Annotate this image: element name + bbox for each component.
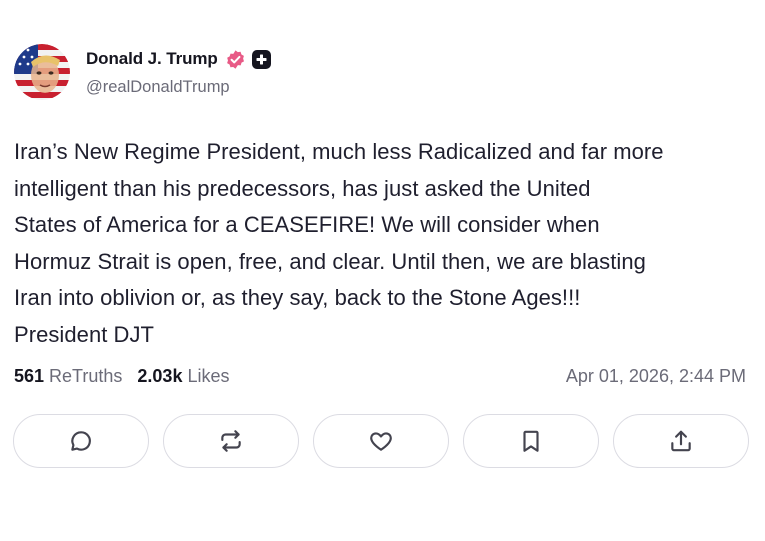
retruth-button[interactable] bbox=[163, 414, 299, 468]
post-card: Donald J. Trump @realDonaldTrump Iran’s … bbox=[0, 0, 765, 541]
bookmark-button[interactable] bbox=[463, 414, 599, 468]
like-button[interactable] bbox=[313, 414, 449, 468]
like-icon bbox=[370, 432, 392, 451]
post-text-line: Hormuz Strait is open, free, and clear. … bbox=[14, 248, 646, 274]
post-text-line: Iran’s New Regime President, much less R… bbox=[14, 139, 664, 164]
post-text-line: President DJT bbox=[14, 321, 155, 347]
reply-icon bbox=[71, 431, 91, 451]
action-bar bbox=[13, 414, 749, 470]
share-button[interactable] bbox=[613, 414, 749, 468]
post-text-line: intelligent than his predecessors, has j… bbox=[14, 175, 591, 201]
likes-count: 2.03k bbox=[137, 366, 183, 386]
author-block: Donald J. Trump @realDonaldTrump bbox=[86, 46, 271, 97]
plus-badge-icon bbox=[251, 49, 271, 69]
display-name[interactable]: Donald J. Trump bbox=[86, 49, 218, 69]
bookmark-icon bbox=[523, 430, 539, 452]
post-text-line: Iran into oblivion or, as they say, back… bbox=[14, 285, 581, 310]
retruths-label: ReTruths bbox=[49, 366, 123, 386]
share-icon bbox=[671, 430, 691, 452]
reply-button[interactable] bbox=[13, 414, 149, 468]
retruths-count: 561 bbox=[14, 366, 45, 386]
avatar[interactable] bbox=[14, 44, 70, 100]
likes-label: Likes bbox=[187, 366, 230, 386]
verified-badge-icon bbox=[225, 49, 246, 70]
retruth-icon bbox=[221, 430, 241, 452]
user-handle[interactable]: @realDonaldTrump bbox=[86, 78, 271, 97]
post-text: Iran’s New Regime President, much less R… bbox=[14, 134, 754, 353]
post-text-line: States of America for a CEASEFIRE! We wi… bbox=[14, 212, 600, 237]
likes-stat[interactable]: 2.03k Likes bbox=[137, 366, 229, 387]
retruths-stat[interactable]: 561 ReTruths bbox=[14, 366, 122, 387]
post-timestamp: Apr 01, 2026, 2:44 PM bbox=[565, 366, 746, 386]
post-stats: 561 ReTruths 2.03k Likes bbox=[14, 366, 244, 387]
